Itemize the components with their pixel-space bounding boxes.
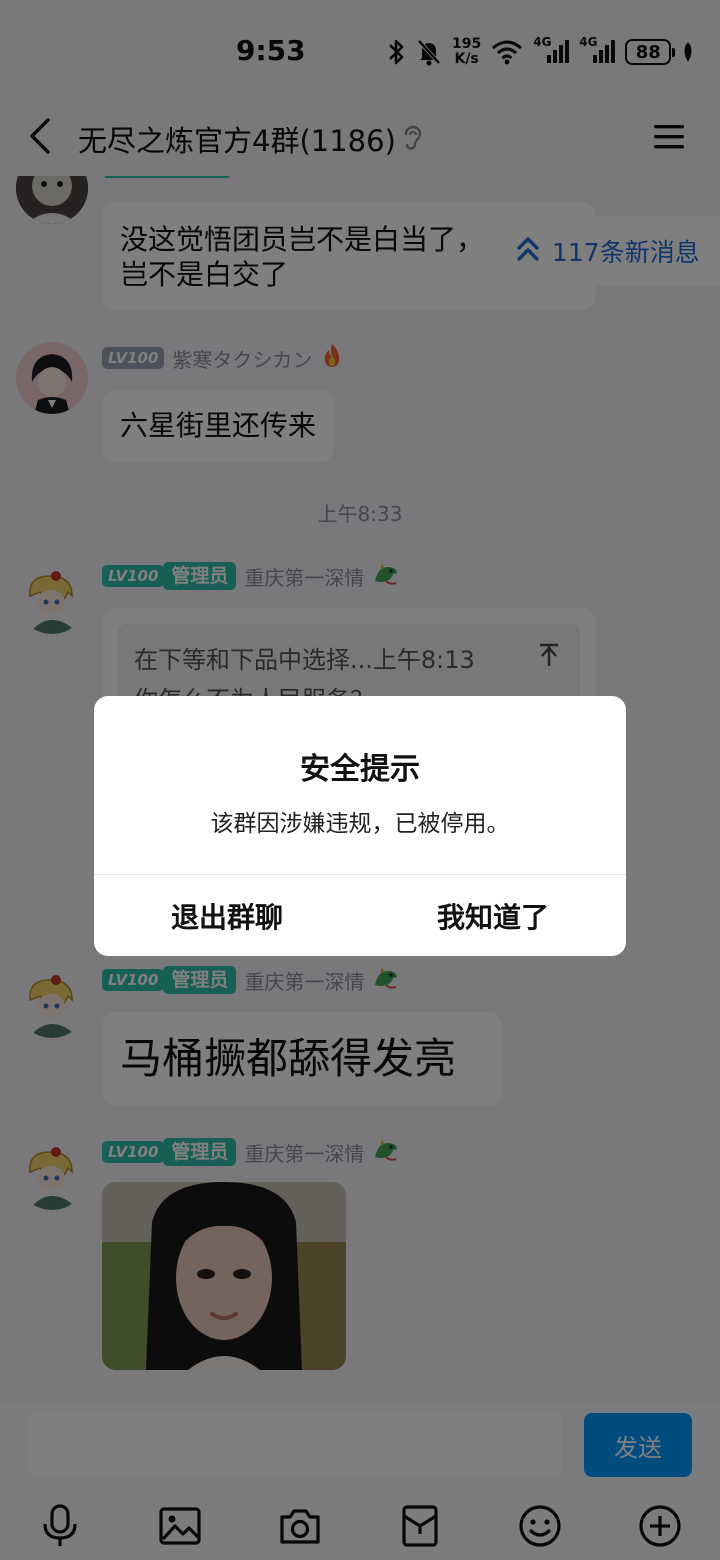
exit-group-button[interactable]: 退出群聊 [94,875,360,956]
dialog-title: 安全提示 [300,752,420,787]
acknowledge-button[interactable]: 我知道了 [360,875,626,956]
security-alert-dialog: 安全提示 该群因涉嫌违规，已被停用。 退出群聊 我知道了 [94,696,626,956]
dialog-message: 该群因涉嫌违规，已被停用。 [210,811,510,837]
